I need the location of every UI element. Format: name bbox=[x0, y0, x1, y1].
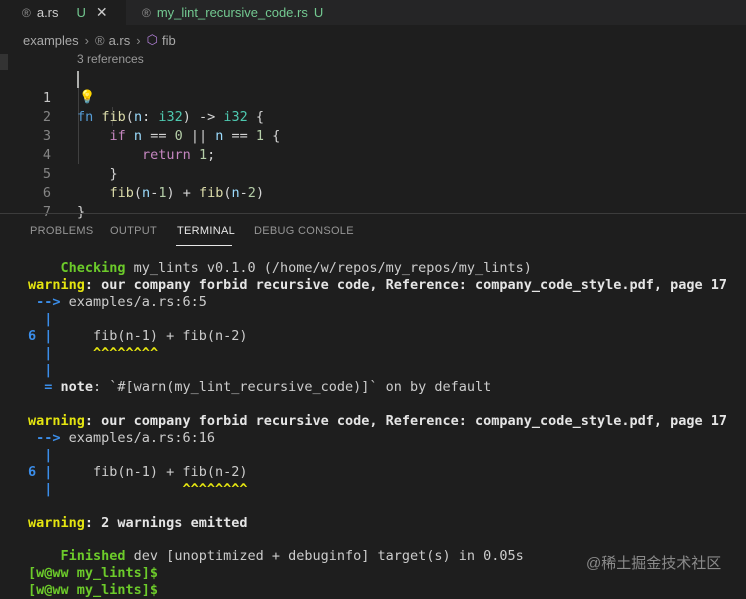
rust-icon: ® bbox=[142, 5, 151, 20]
code-line[interactable]: 5 fib(n-1) + fib(n-2) bbox=[0, 146, 746, 201]
terminal-line: 6 | fib(n-1) + fib(n-2) bbox=[28, 328, 248, 344]
terminal-line: | bbox=[44, 362, 53, 378]
text-cursor bbox=[77, 71, 79, 88]
tab-a-rs[interactable]: ® a.rs U ✕ bbox=[0, 0, 126, 25]
panel-tab-bar: PROBLEMS OUTPUT TERMINAL DEBUG CONSOLE bbox=[0, 214, 746, 250]
tab-my-lint-recursive-code[interactable]: ® my_lint_recursive_code.rs U bbox=[126, 0, 323, 25]
code-line[interactable]: 6 } bbox=[0, 165, 746, 220]
rust-icon: ® bbox=[22, 5, 31, 20]
editor-tab-bar: ® a.rs U ✕ ® my_lint_recursive_code.rs U bbox=[0, 0, 746, 25]
gutter-marker bbox=[0, 54, 8, 70]
breadcrumb-folder[interactable]: examples bbox=[23, 33, 79, 48]
terminal-line: warning: our company forbid recursive co… bbox=[28, 413, 727, 429]
code-line[interactable]: 1 fn fib(n: i32) -> i32 { bbox=[0, 70, 746, 125]
terminal-line: = note: `#[warn(my_lint_recursive_code)]… bbox=[44, 379, 492, 395]
tab-terminal[interactable]: TERMINAL bbox=[177, 225, 235, 237]
symbol-method-icon: ⬡ bbox=[146, 32, 158, 47]
tab-debug-console[interactable]: DEBUG CONSOLE bbox=[254, 225, 354, 237]
code-line[interactable]: 2 if n == 0 || n == 1 { bbox=[0, 89, 746, 144]
tab-label: a.rs bbox=[36, 5, 59, 20]
tab-label: my_lint_recursive_code.rs bbox=[156, 5, 308, 20]
code-line[interactable]: 7 bbox=[0, 184, 746, 220]
breadcrumb: examples › ® a.rs › ⬡ fib bbox=[23, 30, 176, 50]
active-tab-indicator bbox=[176, 245, 232, 246]
terminal-line: --> examples/a.rs:6:16 bbox=[36, 430, 215, 446]
watermark: @稀土掘金技术社区 bbox=[586, 555, 722, 572]
code-line[interactable]: 3 return 1; bbox=[0, 108, 746, 163]
terminal-line: | bbox=[44, 311, 53, 327]
untracked-badge: U bbox=[76, 5, 86, 20]
chevron-right-icon: › bbox=[136, 32, 141, 48]
code-line[interactable]: 4 } bbox=[0, 127, 746, 182]
tab-problems[interactable]: PROBLEMS bbox=[30, 225, 94, 237]
chevron-right-icon: › bbox=[84, 32, 89, 48]
terminal-line: Checking my_lints v0.1.0 (/home/w/repos/… bbox=[60, 260, 532, 276]
terminal-line: Finished dev [unoptimized + debuginfo] t… bbox=[60, 548, 524, 564]
untracked-badge: U bbox=[313, 5, 324, 20]
terminal-line: | ^^^^^^^^ bbox=[44, 481, 248, 497]
close-icon[interactable]: ✕ bbox=[96, 4, 108, 21]
terminal-prompt: [w@ww my_lints]$ bbox=[28, 565, 159, 581]
terminal-line: | ^^^^^^^^ bbox=[44, 345, 159, 361]
breadcrumb-symbol[interactable]: fib bbox=[162, 33, 176, 48]
codelens-references[interactable]: 3 references bbox=[77, 52, 144, 66]
rust-icon: ® bbox=[94, 32, 105, 48]
terminal-line: 6 | fib(n-1) + fib(n-2) bbox=[28, 464, 248, 480]
terminal-line: --> examples/a.rs:6:5 bbox=[36, 294, 207, 310]
terminal-line: warning: 2 warnings emitted bbox=[28, 515, 248, 531]
lightbulb-icon[interactable]: 💡 bbox=[79, 89, 95, 105]
breadcrumb-file[interactable]: a.rs bbox=[109, 33, 131, 48]
terminal-output[interactable]: Checking my_lints v0.1.0 (/home/w/repos/… bbox=[0, 252, 746, 598]
tab-output[interactable]: OUTPUT bbox=[110, 225, 157, 237]
terminal-line: | bbox=[44, 447, 53, 463]
terminal-line: warning: our company forbid recursive co… bbox=[28, 277, 727, 293]
terminal-prompt: [w@ww my_lints]$ bbox=[28, 582, 159, 598]
